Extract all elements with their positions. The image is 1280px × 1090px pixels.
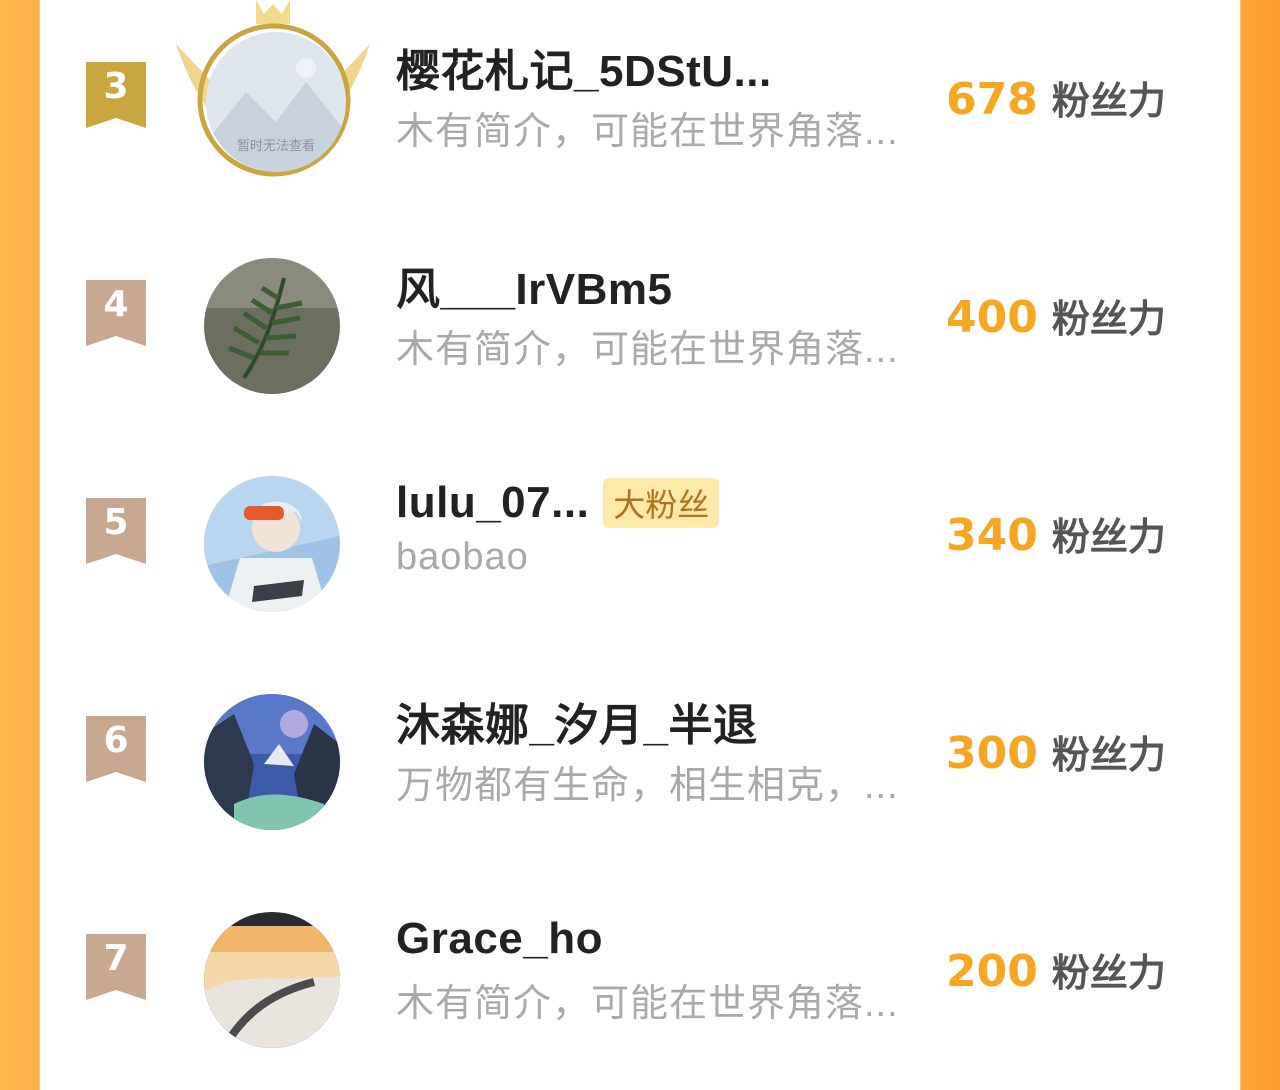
user-name[interactable]: 樱花札记_5DStU...: [396, 35, 772, 99]
score-unit: 粉丝力: [1051, 951, 1166, 995]
user-name[interactable]: 沐森娜_汐月_半退: [396, 689, 757, 753]
avatar[interactable]: [204, 694, 342, 832]
rank-badge: 3: [86, 62, 146, 128]
user-bio: 木有简介，可能在世界角落...: [396, 983, 899, 1025]
score-value: 678: [946, 74, 1038, 125]
placeholder-image-icon: 暂时无法查看: [206, 32, 346, 172]
user-name[interactable]: Grace_ho: [396, 914, 603, 964]
score-unit: 粉丝力: [1051, 79, 1166, 123]
list-item[interactable]: 4 风___IrVBm5 木有简介，可能在世界角落... 400 粉丝力: [40, 218, 1240, 436]
user-name-line: 沐森娜_汐月_半退: [396, 694, 757, 750]
user-bio: 万物都有生命，相生相克，...: [396, 765, 899, 807]
user-name-line: lulu_07... 大粉丝: [396, 476, 720, 530]
mountain-landscape-avatar-icon: [204, 694, 340, 830]
fan-power-score: 400 粉丝力: [946, 288, 1166, 343]
avatar[interactable]: [204, 476, 342, 614]
rank-number: 7: [103, 938, 129, 979]
rank-number: 6: [103, 720, 129, 761]
list-item[interactable]: 5 lulu_07... 大粉丝 baobao 340 粉丝力: [40, 436, 1240, 654]
rank-number: 5: [103, 502, 129, 543]
list-item[interactable]: 6 沐森娜_汐月_半退 万物都有生命，相生相克，... 300 粉丝力: [40, 654, 1240, 872]
rank-badge: 7: [86, 934, 146, 1000]
list-item[interactable]: 3 暂时无法查看 樱花札记_5DStU... 木有简介，可能在世界角落... 6…: [40, 0, 1240, 218]
fan-power-score: 678 粉丝力: [946, 70, 1166, 125]
user-name-line: 风___IrVBm5: [396, 258, 672, 314]
user-name[interactable]: lulu_07...: [396, 478, 589, 528]
rank-number: 4: [103, 284, 129, 325]
user-bio: 木有简介，可能在世界角落...: [396, 329, 899, 371]
avatar[interactable]: [204, 258, 342, 396]
score-value: 300: [946, 728, 1038, 779]
avatar[interactable]: [204, 912, 342, 1050]
big-fan-badge: 大粉丝: [603, 478, 720, 528]
rank-number: 3: [103, 66, 129, 107]
avatar-placeholder-text: 暂时无法查看: [237, 138, 315, 154]
score-value: 340: [946, 510, 1038, 561]
fern-photo-icon: [204, 258, 340, 394]
score-value: 400: [946, 292, 1038, 343]
cloud-sea-avatar-icon: [204, 912, 340, 1048]
score-unit: 粉丝力: [1051, 515, 1166, 559]
score-unit: 粉丝力: [1051, 733, 1166, 777]
fan-power-score: 340 粉丝力: [946, 506, 1166, 561]
avatar[interactable]: 暂时无法查看: [176, 0, 370, 178]
fan-power-score: 300 粉丝力: [946, 724, 1166, 779]
rank-badge: 5: [86, 498, 146, 564]
user-name-line: Grace_ho: [396, 912, 603, 966]
rank-badge: 4: [86, 280, 146, 346]
anime-character-avatar-icon: [204, 476, 340, 612]
user-bio: 木有简介，可能在世界角落...: [396, 111, 899, 153]
user-name-line: 樱花札记_5DStU...: [396, 40, 772, 96]
list-item[interactable]: 7 Grace_ho 木有简介，可能在世界角落... 200 粉丝力: [40, 872, 1240, 1090]
user-name[interactable]: 风___IrVBm5: [396, 253, 672, 317]
fan-power-score: 200 粉丝力: [946, 942, 1166, 997]
score-value: 200: [946, 946, 1038, 997]
rank-badge: 6: [86, 716, 146, 782]
fan-ranking-list: 3 暂时无法查看 樱花札记_5DStU... 木有简介，可能在世界角落... 6…: [40, 0, 1240, 1048]
user-bio: baobao: [396, 536, 529, 578]
score-unit: 粉丝力: [1051, 297, 1166, 341]
